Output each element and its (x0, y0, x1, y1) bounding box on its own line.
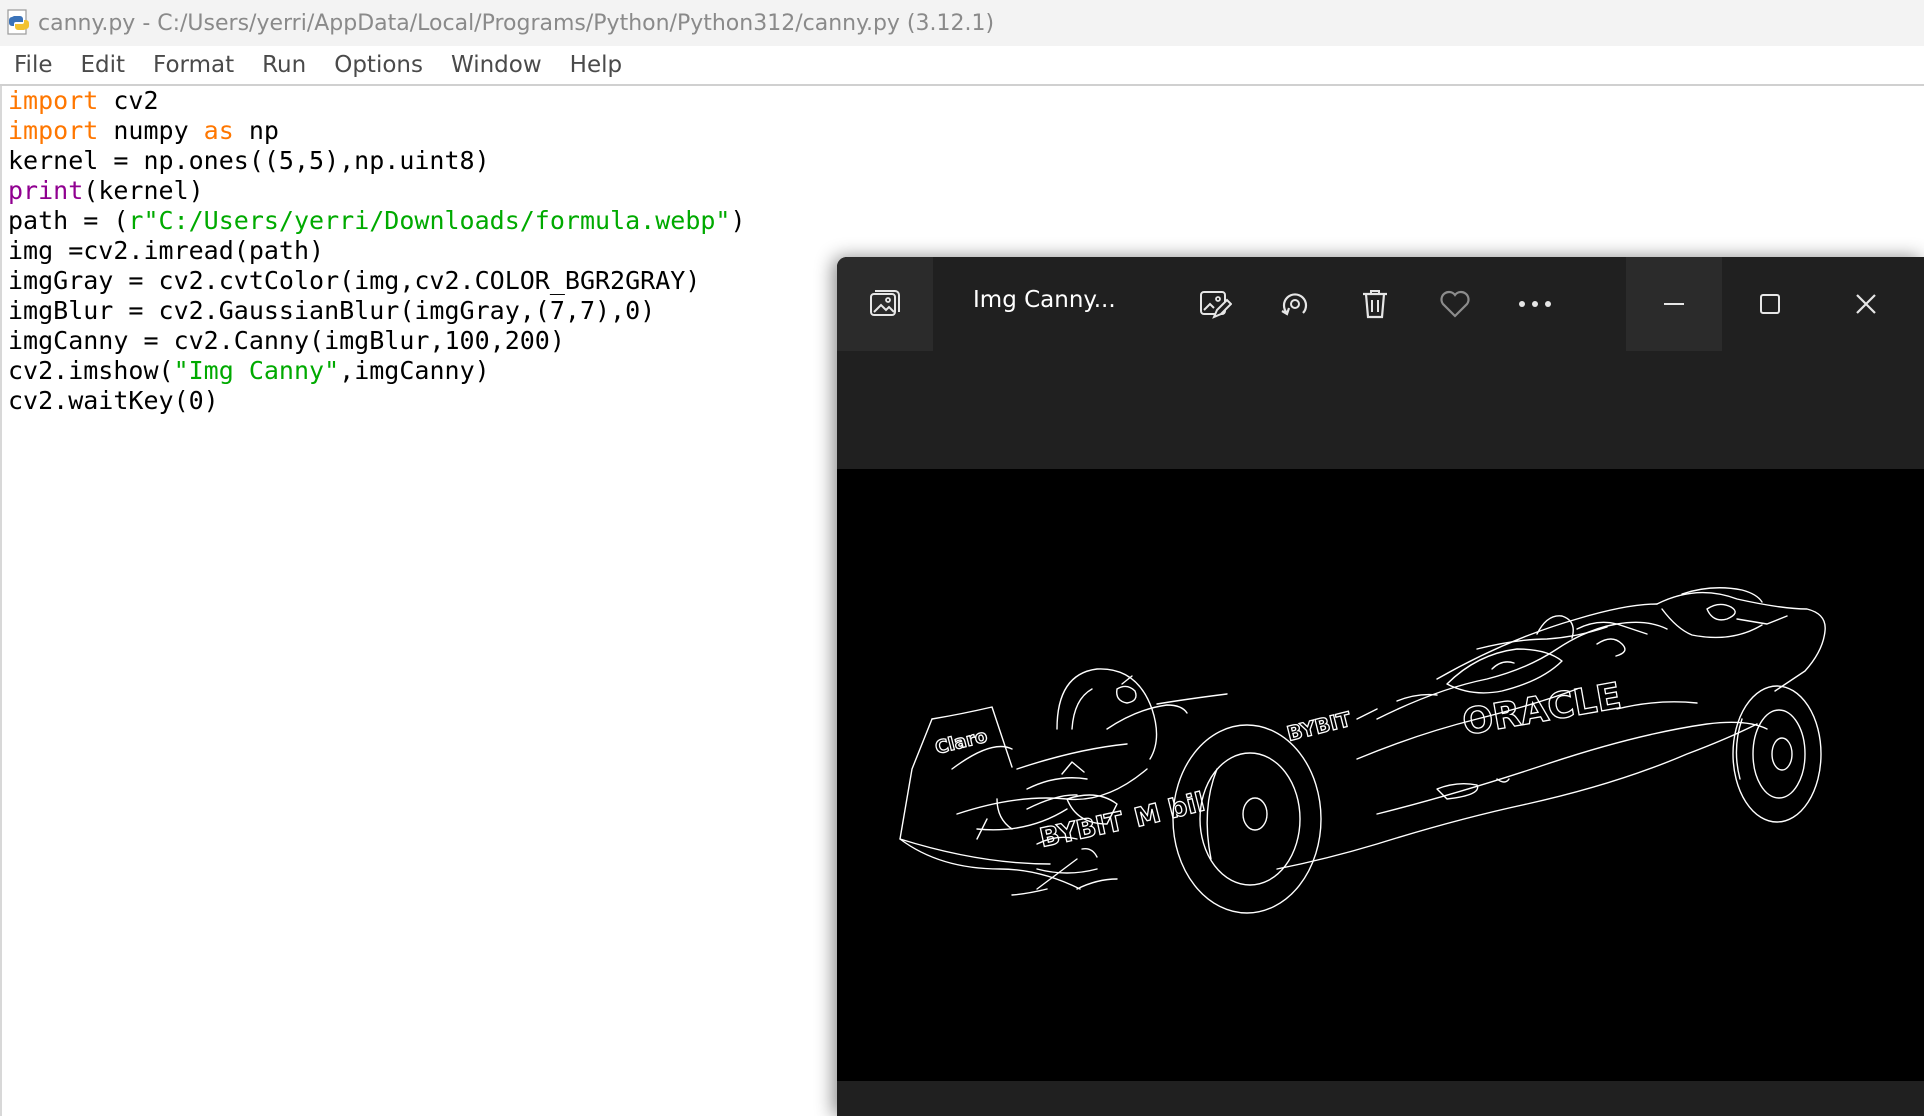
menu-run[interactable]: Run (248, 52, 320, 78)
menu-window[interactable]: Window (437, 52, 556, 78)
code-token: ,imgCanny) (339, 356, 490, 385)
canny-edge-image: Claro BYBIT ORACLE BYBIT M bil (837, 469, 1924, 1081)
code-token: import (8, 86, 99, 115)
minimize-icon (1664, 303, 1684, 305)
code-token: import (8, 116, 99, 145)
code-token: print (8, 176, 84, 205)
code-token: cv2.waitKey(0) (8, 386, 219, 415)
code-token: kernel = np.ones((5,5),np.uint8) (8, 146, 490, 175)
rotate-button[interactable] (1269, 279, 1321, 329)
code-token: img =cv2.imread(path) (8, 236, 325, 265)
delete-button[interactable] (1349, 279, 1401, 329)
code-line[interactable]: cv2.imshow("Img Canny",imgCanny) (8, 356, 746, 386)
close-button[interactable] (1818, 257, 1914, 351)
mobil-logo: M bil (1131, 787, 1208, 833)
menu-edit[interactable]: Edit (67, 52, 140, 78)
code-line[interactable]: print(kernel) (8, 176, 746, 206)
code-line[interactable]: import numpy as np (8, 116, 746, 146)
gallery-button[interactable] (837, 257, 933, 351)
code-token: cv2.imshow( (8, 356, 174, 385)
more-icon (1519, 301, 1551, 307)
code-token: "Img Canny" (173, 356, 340, 385)
code-token: imgBlur = cv2.GaussianBlur(imgGray,(7,7)… (8, 296, 656, 325)
python-file-icon (7, 9, 29, 35)
code-token: (kernel) (83, 176, 204, 205)
menu-bar: File Edit Format Run Options Window Help (0, 46, 1924, 86)
bybit-front-logo: BYBIT (1037, 807, 1126, 854)
code-token: np (233, 116, 279, 145)
menu-file[interactable]: File (0, 52, 67, 78)
gallery-icon (870, 290, 900, 316)
code-token: path = ( (8, 206, 129, 235)
viewer-title: Img Canny... (973, 287, 1116, 313)
code-token: r"C:/Users/yerri/Downloads/formula.webp" (128, 206, 731, 235)
code-token: ) (730, 206, 746, 235)
code-token: imgCanny = cv2.Canny(imgBlur,100,200) (8, 326, 565, 355)
code-line[interactable]: path = (r"C:/Users/yerri/Downloads/formu… (8, 206, 746, 236)
code-line[interactable]: img =cv2.imread(path) (8, 236, 746, 266)
viewer-toolbar: Img Canny... (837, 257, 1924, 351)
minimize-button[interactable] (1626, 257, 1722, 351)
canny-car-outline: Claro BYBIT ORACLE BYBIT M bil (899, 587, 1826, 914)
favorite-button[interactable] (1429, 279, 1481, 329)
code-token: as (203, 116, 234, 145)
code-token: imgGray = cv2.cvtColor(img,cv2.COLOR_BGR… (8, 266, 701, 295)
close-icon (1856, 294, 1876, 314)
rotate-icon (1281, 293, 1308, 316)
edit-image-icon (1200, 291, 1232, 319)
menu-options[interactable]: Options (320, 52, 437, 78)
code-text[interactable]: import cv2 import numpy as np kernel = np.… (8, 86, 746, 416)
code-line[interactable]: cv2.waitKey(0) (8, 386, 746, 416)
code-line[interactable]: imgCanny = cv2.Canny(imgBlur,100,200) (8, 326, 746, 356)
code-line[interactable]: imgGray = cv2.cvtColor(img,cv2.COLOR_BGR… (8, 266, 746, 296)
favorite-icon (1440, 290, 1470, 318)
image-viewer-window: Img Canny... Claro BYBIT ORACLE BYBIT M … (837, 257, 1924, 1116)
bybit-side-logo: BYBIT (1284, 707, 1353, 746)
edit-image-button[interactable] (1189, 279, 1241, 329)
code-token: cv2 (98, 86, 159, 115)
code-line[interactable]: kernel = np.ones((5,5),np.uint8) (8, 146, 746, 176)
window-title: canny.py - C:/Users/yerri/AppData/Local/… (38, 10, 995, 36)
oracle-logo: ORACLE (1459, 676, 1624, 744)
code-line[interactable]: imgBlur = cv2.GaussianBlur(imgGray,(7,7)… (8, 296, 746, 326)
menu-format[interactable]: Format (139, 52, 248, 78)
title-bar: canny.py - C:/Users/yerri/AppData/Local/… (0, 0, 1924, 46)
claro-logo: Claro (933, 726, 989, 759)
viewer-bottom-bar (837, 1081, 1924, 1116)
more-button[interactable] (1509, 279, 1561, 329)
code-line[interactable]: import cv2 (8, 86, 746, 116)
delete-icon (1363, 290, 1387, 319)
code-token: numpy (98, 116, 204, 145)
maximize-icon (1760, 294, 1780, 314)
menu-help[interactable]: Help (556, 52, 636, 78)
maximize-button[interactable] (1722, 257, 1818, 351)
